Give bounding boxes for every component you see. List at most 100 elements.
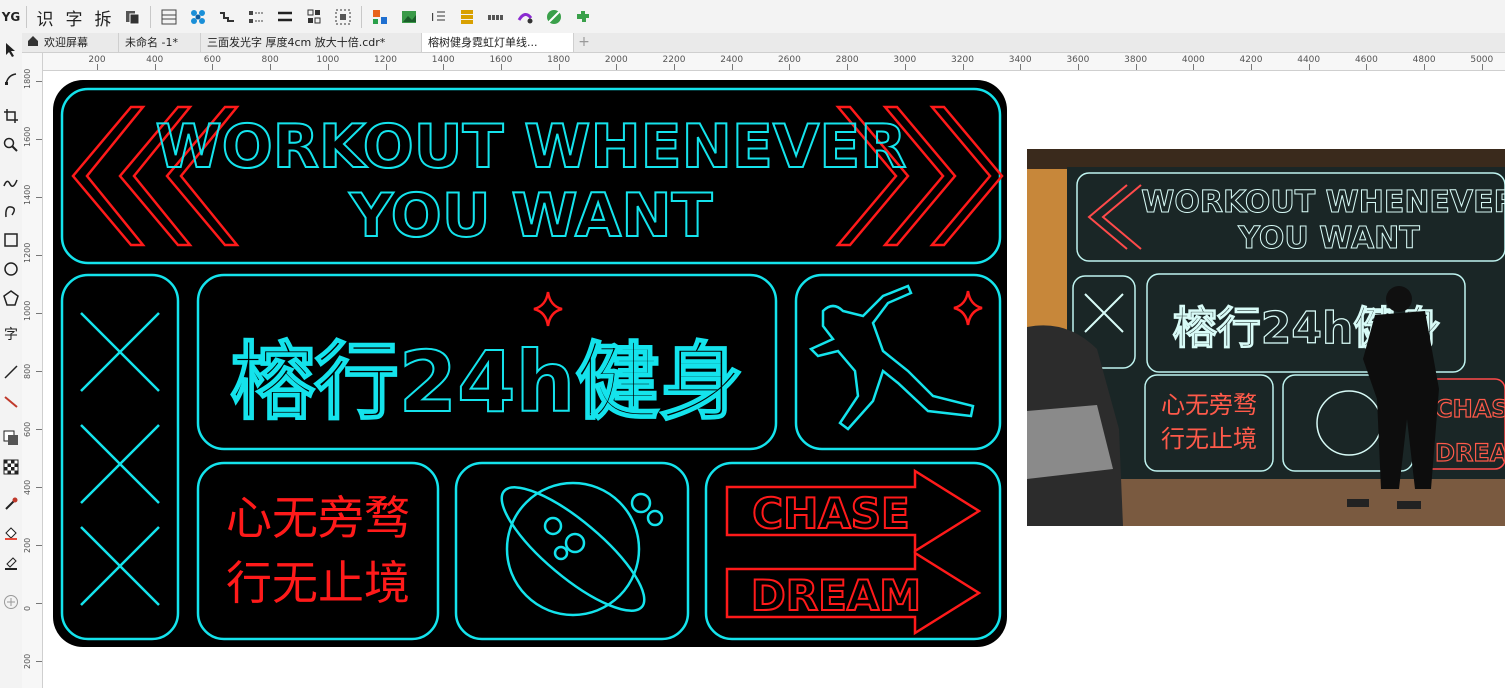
- pattern-icon[interactable]: [2, 458, 20, 476]
- text-tool-icon[interactable]: 字: [2, 325, 20, 343]
- ruler-tick: [36, 661, 42, 662]
- ruler-tick-label: 1200: [23, 242, 32, 263]
- photo-headline-1: WORKOUT WHENEVER: [1141, 185, 1505, 220]
- photo-ceiling: [1027, 149, 1505, 169]
- ruler-tick: [36, 81, 42, 82]
- ruler-tick: [36, 139, 42, 140]
- dots-icon[interactable]: [245, 5, 267, 29]
- top-toolbar: YG 识 字 拆 I: [0, 0, 1505, 34]
- ruler-tick-label: 1400: [23, 184, 32, 205]
- ruler-tick: [500, 64, 502, 70]
- fill-icon[interactable]: [2, 524, 20, 542]
- headline-line-2: YOU WANT: [349, 181, 713, 251]
- ruler-tick-label: 0: [23, 605, 32, 611]
- ruler-tick: [385, 64, 387, 70]
- rectangle-icon[interactable]: [2, 231, 20, 249]
- ruler-tick: [1077, 64, 1079, 70]
- ruler-tick: [1424, 64, 1426, 70]
- brand-name: 榕行24h健身: [231, 333, 744, 431]
- reference-photo[interactable]: WORKOUT WHENEVER YOU WANT 榕行24h健身 心无旁骛 行…: [1027, 149, 1505, 526]
- list-icon[interactable]: [456, 5, 478, 29]
- tab-neon-file[interactable]: 榕树健身霓虹灯单线...: [422, 33, 574, 52]
- outline-icon[interactable]: [2, 553, 20, 571]
- grid-icon[interactable]: [303, 5, 325, 29]
- ruler-tick-label: 1600: [23, 126, 32, 147]
- ruler-tick: [789, 64, 791, 70]
- ruler-tick: [327, 64, 329, 70]
- photo-slogan-2: 行无止境: [1161, 425, 1257, 453]
- curve-icon[interactable]: [2, 202, 20, 220]
- photo-headline-2: YOU WANT: [1237, 221, 1420, 256]
- polygon-icon[interactable]: [2, 289, 20, 307]
- ruler-tick: [1481, 64, 1483, 70]
- text-align-icon[interactable]: I: [427, 5, 449, 29]
- layers-icon[interactable]: [121, 5, 143, 29]
- ruler-tick-label: 1800: [23, 68, 32, 89]
- ruler-tick: [1135, 64, 1137, 70]
- ruler-tick: [847, 64, 849, 70]
- pen-icon[interactable]: [543, 5, 565, 29]
- tab-label: 未命名 -1*: [125, 36, 178, 49]
- app-logo: YG: [1, 10, 21, 24]
- ruler-tick: [1366, 64, 1368, 70]
- add-icon[interactable]: [2, 593, 20, 611]
- slogan-line-1: 心无旁骛: [226, 491, 410, 545]
- text-button[interactable]: 字: [63, 5, 85, 30]
- ruler-tick: [904, 64, 906, 70]
- ruler-tick: [616, 64, 618, 70]
- recognize-button[interactable]: 识: [34, 5, 56, 30]
- split-button[interactable]: 拆: [92, 5, 114, 30]
- toolbar-separator: [150, 6, 151, 28]
- ruler-tick: [1193, 64, 1195, 70]
- home-icon: [22, 33, 44, 52]
- tab-untitled[interactable]: 未命名 -1*: [119, 33, 201, 52]
- svg-text:I: I: [431, 11, 434, 24]
- row-icon[interactable]: [485, 5, 507, 29]
- ruler-tick-label: 1000: [23, 300, 32, 321]
- ruler-tick-label: 400: [23, 479, 32, 495]
- pointer-icon[interactable]: [2, 41, 20, 59]
- ruler-tick: [36, 429, 42, 430]
- network-icon[interactable]: [187, 5, 209, 29]
- shadow-icon[interactable]: [2, 429, 20, 447]
- ellipse-icon[interactable]: [2, 260, 20, 278]
- line-icon[interactable]: [2, 363, 20, 381]
- ruler-tick: [36, 371, 42, 372]
- left-toolbox: 字: [0, 33, 23, 688]
- toolbar-separator: [26, 6, 27, 28]
- shapes-icon[interactable]: [369, 5, 391, 29]
- ruler-tick: [558, 64, 560, 70]
- eyedropper-icon[interactable]: [2, 495, 20, 513]
- ruler-tick: [97, 64, 98, 70]
- freehand-icon[interactable]: [2, 173, 20, 191]
- document-tabs: 欢迎屏幕 未命名 -1* 三面发光字 厚度4cm 放大十倍.cdr* 榕树健身霓…: [22, 33, 1505, 53]
- tab-welcome[interactable]: 欢迎屏幕: [22, 33, 119, 52]
- ruler-tick: [212, 64, 214, 70]
- image-icon[interactable]: [398, 5, 420, 29]
- new-tab-button[interactable]: +: [574, 33, 594, 52]
- crop-icon[interactable]: [2, 107, 20, 125]
- ruler-tick: [270, 64, 272, 70]
- lines-icon[interactable]: [274, 5, 296, 29]
- wave-icon[interactable]: [216, 5, 238, 29]
- color-icon[interactable]: [514, 5, 536, 29]
- ruler-tick: [1020, 64, 1022, 70]
- ruler-tick: [1308, 64, 1310, 70]
- ruler-tick: [36, 255, 42, 256]
- dream-text: DREAM: [751, 571, 921, 620]
- table-icon[interactable]: [158, 5, 180, 29]
- photo-dream: DREA: [1435, 439, 1505, 467]
- zoom-icon[interactable]: [2, 136, 20, 154]
- puzzle-icon[interactable]: [572, 5, 594, 29]
- photo-chase: CHAS: [1435, 395, 1505, 423]
- ruler-tick: [36, 197, 42, 198]
- tab-three-face-file[interactable]: 三面发光字 厚度4cm 放大十倍.cdr*: [201, 33, 422, 52]
- ruler-tick: [731, 64, 733, 70]
- connector-icon[interactable]: [2, 393, 20, 411]
- ruler-tick-label: 600: [23, 421, 32, 437]
- node-icon[interactable]: [2, 70, 20, 88]
- select-icon[interactable]: [332, 5, 354, 29]
- ruler-tick-label: 200: [23, 537, 32, 553]
- tab-label: 三面发光字 厚度4cm 放大十倍.cdr*: [207, 36, 386, 49]
- ruler-tick: [36, 487, 42, 488]
